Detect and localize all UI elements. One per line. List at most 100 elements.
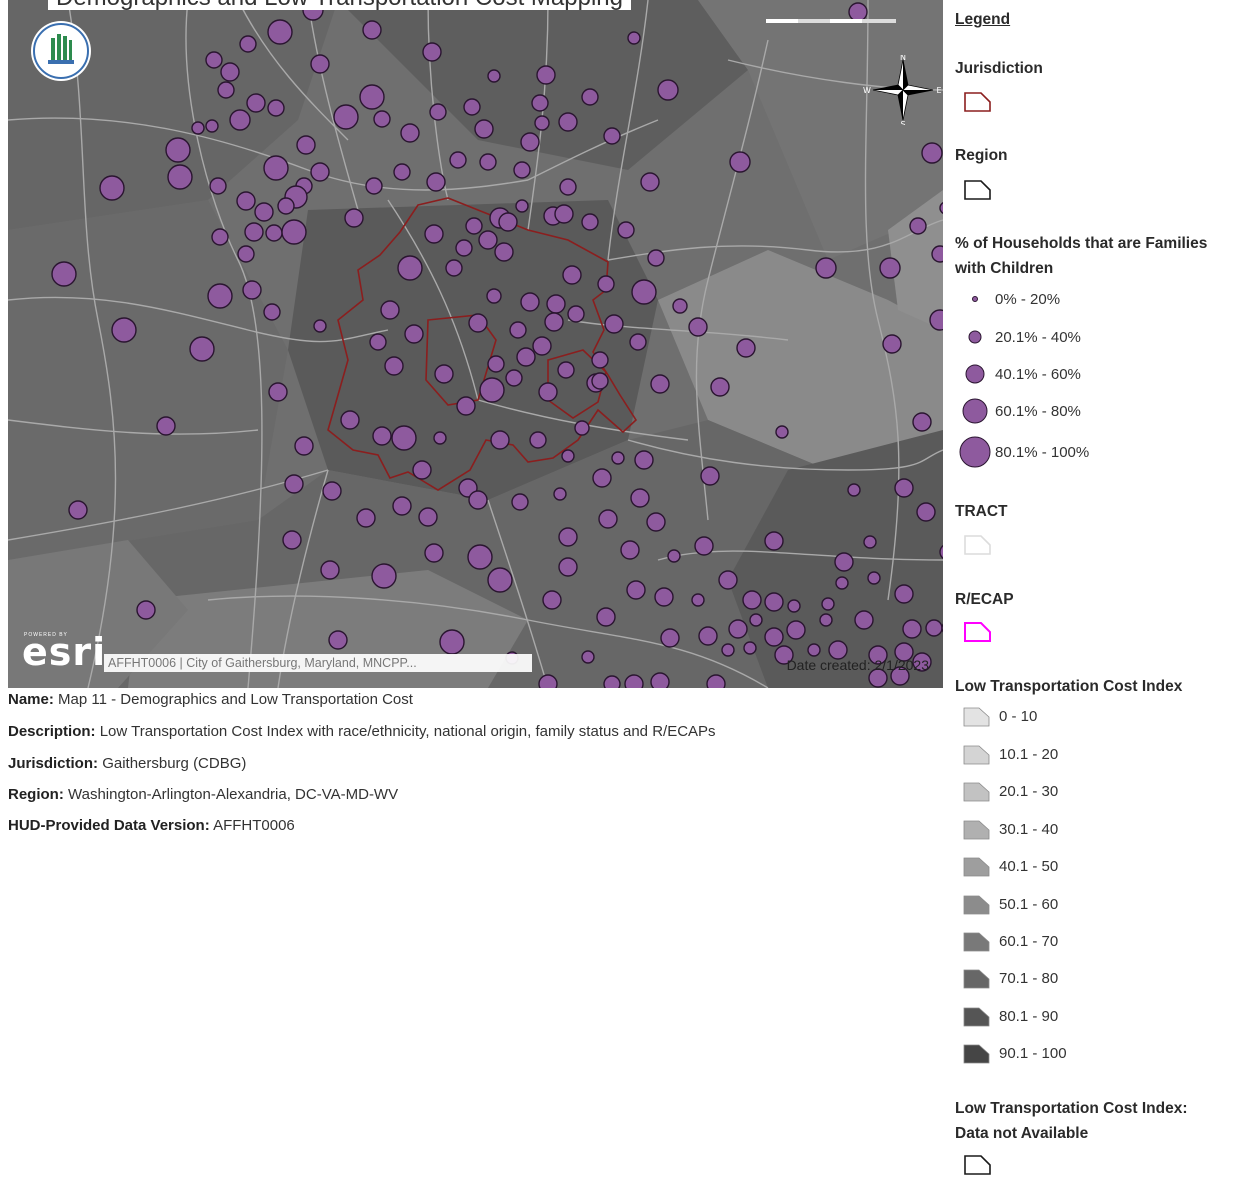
family-dot: [691, 593, 705, 607]
family-dot: [68, 500, 88, 520]
family-dot: [310, 54, 330, 74]
family-dot: [627, 31, 641, 45]
ltci-swatch-icon: [963, 745, 990, 765]
family-dot: [474, 119, 494, 139]
family-dot: [520, 292, 540, 312]
family-dot: [426, 172, 446, 192]
family-dot: [277, 197, 295, 215]
region-swatch-icon: [964, 180, 991, 200]
ltci-swatch-icon: [963, 782, 990, 802]
family-dot: [384, 356, 404, 376]
ltci-swatch-icon: [963, 857, 990, 877]
family-dot: [819, 613, 833, 627]
legend-ltci-class: 20.1 - 30: [963, 780, 1058, 802]
family-dot: [165, 137, 191, 163]
family-dot: [834, 552, 854, 572]
family-dot: [542, 590, 562, 610]
family-dot: [742, 590, 762, 610]
ltci-area: [338, 0, 748, 170]
family-dot: [597, 275, 615, 293]
family-dot: [630, 488, 650, 508]
family-dot: [591, 351, 609, 369]
ltci-swatch-icon: [963, 1007, 990, 1027]
family-dot: [433, 431, 447, 445]
family-dot: [764, 627, 784, 647]
family-dot: [397, 255, 423, 281]
svg-text:S: S: [900, 120, 905, 125]
legend-families-title-2: with Children: [955, 260, 1054, 277]
map-description: Description: Low Transportation Cost Ind…: [8, 723, 716, 740]
map-layer: [8, 0, 943, 688]
svg-text:E: E: [936, 86, 941, 95]
family-dot: [373, 110, 391, 128]
family-dot: [667, 549, 681, 563]
family-dot: [267, 99, 285, 117]
family-dot: [487, 355, 505, 373]
family-dot: [931, 245, 943, 263]
legend-tract-label: TRACT: [955, 503, 1008, 520]
family-dot: [236, 191, 256, 211]
family-dot: [320, 560, 340, 580]
family-dot: [455, 239, 473, 257]
legend-ltci-class: 90.1 - 100: [963, 1042, 1067, 1064]
family-dot: [209, 177, 227, 195]
family-dot: [688, 317, 708, 337]
family-dot: [400, 123, 420, 143]
family-dot: [921, 142, 943, 164]
family-dot: [237, 245, 255, 263]
legend-families-class: 0% - 20%: [955, 287, 1060, 311]
family-dot: [624, 674, 644, 688]
family-dot: [728, 619, 748, 639]
family-dot: [246, 93, 266, 113]
family-dot: [736, 338, 756, 358]
family-dot: [487, 69, 501, 83]
family-dot: [284, 474, 304, 494]
legend-ltci-class: 30.1 - 40: [963, 818, 1058, 840]
map-canvas[interactable]: Demographics and Low Transportation Cost…: [8, 0, 943, 688]
family-dot: [557, 361, 575, 379]
family-dot: [516, 347, 536, 367]
family-dot: [111, 317, 137, 343]
family-dot: [282, 530, 302, 550]
family-dot: [156, 416, 176, 436]
family-dot: [775, 425, 789, 439]
family-dot: [574, 420, 590, 436]
map-jurisdiction: Jurisdiction: Gaithersburg (CDBG): [8, 755, 247, 772]
legend-families-class: 60.1% - 80%: [955, 398, 1081, 424]
legend-recap-label: R/ECAP: [955, 591, 1014, 608]
family-dot: [294, 436, 314, 456]
family-dot: [749, 613, 763, 627]
family-dot: [879, 257, 901, 279]
family-dot: [854, 610, 874, 630]
family-dot: [631, 279, 657, 305]
legend-ltci-class: 70.1 - 80: [963, 967, 1058, 989]
date-created: Date created: 2/1/2023: [786, 657, 929, 673]
family-dot: [626, 580, 646, 600]
legend-ltci-na-subtitle: Data not Available: [955, 1125, 1089, 1142]
family-dot: [479, 153, 497, 171]
family-dot: [529, 431, 547, 449]
family-dot: [647, 249, 665, 267]
map-attribution: AFFHT0006 | City of Gaithersburg, Maryla…: [104, 654, 532, 672]
family-dot: [912, 412, 932, 432]
family-dot: [863, 535, 877, 549]
family-dot: [515, 199, 529, 213]
family-dot: [265, 224, 283, 242]
family-dot: [706, 674, 726, 688]
map-title: Demographics and Low Transportation Cost…: [48, 0, 631, 10]
recap-swatch-icon: [964, 622, 991, 642]
family-dot: [657, 79, 679, 101]
family-dot: [536, 65, 556, 85]
family-dot: [604, 314, 624, 334]
family-dot: [598, 509, 618, 529]
family-dot: [650, 672, 670, 688]
family-dot: [486, 288, 502, 304]
family-dot: [894, 478, 914, 498]
family-dot: [211, 228, 229, 246]
family-dot: [694, 536, 714, 556]
family-dot: [807, 643, 821, 657]
family-dot: [650, 374, 670, 394]
family-dot: [925, 619, 943, 637]
family-dot: [629, 333, 647, 351]
family-dot: [313, 319, 327, 333]
